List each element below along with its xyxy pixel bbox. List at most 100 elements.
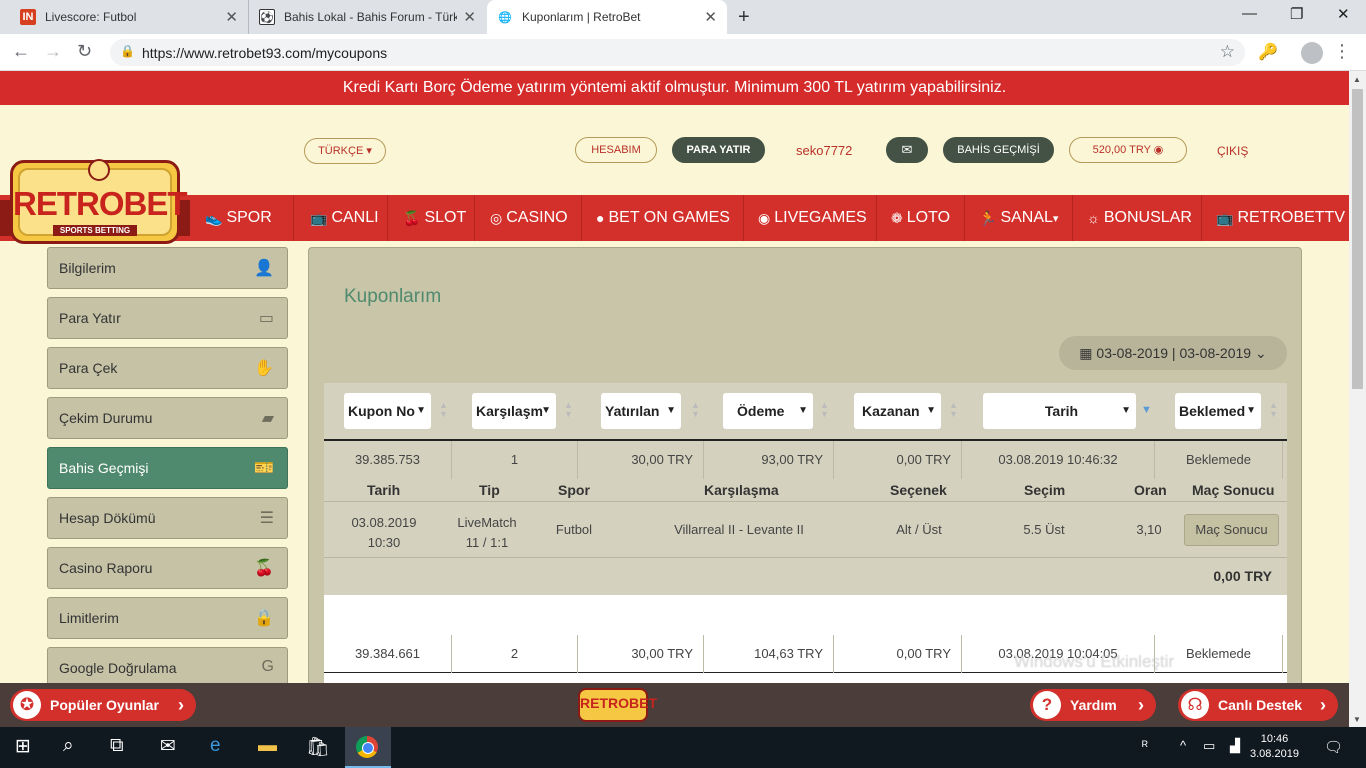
nav-item-slot[interactable]: 🍒 SLOT bbox=[403, 195, 466, 241]
address-bar[interactable]: 🔒 https://www.retrobet93.com/mycoupons ☆ bbox=[110, 39, 1245, 66]
messages-envelope-icon[interactable]: ✉ bbox=[886, 137, 928, 163]
match-result-button[interactable]: Maç Sonucu bbox=[1184, 514, 1279, 546]
sort-icon[interactable]: ▲ ▼ bbox=[949, 401, 958, 419]
live-support-button[interactable]: ☊ Canlı Destek › bbox=[1178, 689, 1338, 721]
username: seko7772 bbox=[796, 143, 853, 158]
cell-tarih: 03.08.2019 10:46:32 bbox=[962, 441, 1155, 479]
sort-icon[interactable]: ▲ ▼ bbox=[564, 401, 573, 419]
extension-icon[interactable]: 🔑 bbox=[1258, 42, 1278, 62]
browser-tab-bahis-lokal[interactable]: ⚽ Bahis Lokal - Bahis Forum - Türkiye ✕ bbox=[248, 0, 486, 34]
nav-item-retrobettv[interactable]: 📺 RETROBETTV bbox=[1216, 195, 1345, 241]
bottom-logo[interactable]: RETROBET bbox=[578, 688, 657, 722]
caret-down-icon: ▼ bbox=[1246, 405, 1256, 416]
help-button[interactable]: ? Yardım › bbox=[1030, 689, 1156, 721]
date-range-picker[interactable]: ▦ 03-08-2019 | 03-08-2019 ⌄ bbox=[1059, 336, 1287, 370]
sort-icon[interactable]: ▲ ▼ bbox=[820, 401, 829, 419]
sidebar-item-cekim-durumu[interactable]: Çekim Durumu ▰ bbox=[47, 397, 288, 439]
filter-yatirilan[interactable]: Yatırılan ▼ bbox=[601, 393, 681, 429]
edge-icon[interactable]: e bbox=[210, 735, 221, 757]
filter-karsilasma[interactable]: Karşılaşm ▼ bbox=[472, 393, 556, 429]
store-icon[interactable]: 🛍 bbox=[306, 735, 330, 759]
sidebar-item-limitlerim[interactable]: Limitlerim 🔒 bbox=[47, 597, 288, 639]
window-close-icon[interactable]: ✕ bbox=[1337, 5, 1350, 23]
url-text[interactable]: https://www.retrobet93.com/mycoupons bbox=[142, 45, 387, 61]
sort-icon[interactable]: ▲ ▼ bbox=[439, 401, 448, 419]
scrollbar-thumb[interactable] bbox=[1352, 89, 1363, 389]
reload-icon[interactable]: ↻ bbox=[77, 41, 92, 62]
sidebar-item-para-yatir[interactable]: Para Yatır ▭ bbox=[47, 297, 288, 339]
caret-down-icon: ▼ bbox=[798, 405, 808, 416]
restore-icon[interactable]: ❐ bbox=[1290, 5, 1303, 23]
filter-kazanan[interactable]: Kazanan ▼ bbox=[854, 393, 941, 429]
filter-durum[interactable]: Beklemed ▼ bbox=[1175, 393, 1261, 429]
sort-icon[interactable]: ▲ ▼ bbox=[691, 401, 700, 419]
close-icon[interactable]: ✕ bbox=[463, 8, 476, 26]
nav-item-livegames[interactable]: ◉ LIVEGAMES bbox=[758, 195, 867, 241]
mail-icon[interactable]: ✉ bbox=[160, 735, 176, 758]
battery-icon[interactable]: ▭ bbox=[1203, 738, 1215, 754]
detail-row: 03.08.2019 10:30 LiveMatch 11 / 1:1 Futb… bbox=[324, 501, 1287, 557]
browser-toolbar: ← → ↻ 🔒 https://www.retrobet93.com/mycou… bbox=[0, 34, 1366, 71]
minimize-icon[interactable]: — bbox=[1242, 5, 1257, 22]
popular-games-button[interactable]: ✪ Popüler Oyunlar › bbox=[10, 689, 196, 721]
logout-link[interactable]: ÇIKIŞ bbox=[1217, 144, 1248, 158]
browser-tab-retrobet[interactable]: 🌐 Kuponlarım | RetroBet ✕ bbox=[487, 0, 727, 34]
table-row[interactable]: 39.385.753 1 30,00 TRY 93,00 TRY 0,00 TR… bbox=[324, 441, 1287, 479]
nav-item-bonuslar[interactable]: ☼ BONUSLAR bbox=[1087, 195, 1192, 241]
chevron-up-icon[interactable]: ^ bbox=[1180, 738, 1186, 753]
cell-yatirilan: 30,00 TRY bbox=[578, 635, 704, 673]
caret-down-icon: ▼ bbox=[541, 405, 551, 416]
bookmark-star-icon[interactable]: ☆ bbox=[1220, 42, 1235, 62]
filter-tarih[interactable]: Tarih ▼ bbox=[983, 393, 1136, 429]
balance-button[interactable]: 520,00 TRY ◉ bbox=[1069, 137, 1187, 163]
sort-icon[interactable]: ▲ ▼ bbox=[1269, 401, 1278, 419]
detail-oran: 3,10 bbox=[1136, 522, 1162, 537]
deposit-button[interactable]: PARA YATIR bbox=[672, 137, 765, 163]
sidebar-item-para-cek[interactable]: Para Çek ✋ bbox=[47, 347, 288, 389]
nav-item-spor[interactable]: 👟 SPOR bbox=[205, 195, 272, 241]
tab-title: Livescore: Futbol bbox=[45, 10, 137, 24]
nav-item-loto[interactable]: ❁ LOTO bbox=[891, 195, 950, 241]
sidebar-item-hesap-dokumu[interactable]: Hesap Dökümü ☰ bbox=[47, 497, 288, 539]
nav-item-bet-on-games[interactable]: ● BET ON GAMES bbox=[596, 195, 730, 241]
sidebar-item-bahis-gecmisi[interactable]: Bahis Geçmişi 🎫 bbox=[47, 447, 288, 489]
sidebar-item-bilgilerim[interactable]: Bilgilerim 👤 bbox=[47, 247, 288, 289]
new-tab-plus-icon[interactable]: + bbox=[738, 6, 750, 29]
scroll-up-icon[interactable]: ▲ bbox=[1353, 75, 1361, 84]
windows-start-icon[interactable]: ⊞ bbox=[15, 735, 31, 758]
filter-kupon-no[interactable]: Kupon No ▼ bbox=[344, 393, 431, 429]
notifications-icon[interactable]: 🗨 bbox=[1324, 738, 1343, 756]
back-arrow-icon[interactable]: ← bbox=[12, 41, 30, 62]
retrobet-logo[interactable]: RETROBET SPORTS BETTING bbox=[10, 159, 188, 244]
browser-tab-livescore[interactable]: IN Livescore: Futbol ✕ bbox=[10, 0, 248, 34]
profile-avatar[interactable] bbox=[1301, 42, 1323, 64]
language-select[interactable]: TÜRKÇE ▾ bbox=[304, 138, 386, 164]
nav-item-canli[interactable]: 📺 CANLI bbox=[310, 195, 379, 241]
system-clock[interactable]: 10:46 3.08.2019 bbox=[1250, 732, 1299, 762]
task-view-icon[interactable]: ⧉ bbox=[110, 735, 124, 757]
cherry-icon: 🍒 bbox=[254, 560, 274, 577]
nav-item-sanal[interactable]: 🏃 SANAL ▾ bbox=[979, 195, 1058, 241]
cell-kupon: 39.385.753 bbox=[324, 441, 452, 479]
scroll-down-icon[interactable]: ▼ bbox=[1353, 715, 1361, 724]
chrome-icon[interactable] bbox=[356, 736, 378, 758]
close-icon[interactable]: ✕ bbox=[704, 8, 717, 26]
file-explorer-icon[interactable]: ▬ bbox=[258, 735, 277, 757]
filter-odeme[interactable]: Ödeme ▼ bbox=[723, 393, 813, 429]
tv-icon: 📺 bbox=[1216, 209, 1234, 226]
sidebar-item-casino-raporu[interactable]: Casino Raporu 🍒 bbox=[47, 547, 288, 589]
caret-down-icon: ▾ bbox=[1052, 212, 1059, 225]
people-icon[interactable]: ᴿ bbox=[1142, 738, 1148, 753]
nav-item-casino[interactable]: ◎ CASINO bbox=[490, 195, 568, 241]
account-button[interactable]: HESABIM bbox=[575, 137, 657, 163]
detail-date: 03.08.2019 10:30 bbox=[351, 515, 417, 550]
forward-arrow-icon[interactable]: → bbox=[44, 41, 62, 62]
user-icon: 👤 bbox=[254, 260, 274, 277]
sort-desc-icon[interactable]: ▼ bbox=[1141, 405, 1152, 416]
close-icon[interactable]: ✕ bbox=[225, 8, 238, 26]
page-scrollbar[interactable]: ▲ ▼ bbox=[1349, 71, 1366, 727]
bet-history-button[interactable]: BAHİS GEÇMİŞİ bbox=[943, 137, 1054, 163]
network-icon[interactable]: ▟ bbox=[1230, 738, 1240, 754]
search-icon[interactable]: ⌕ bbox=[63, 735, 74, 757]
menu-dots-icon[interactable]: ⋮ bbox=[1333, 41, 1351, 62]
